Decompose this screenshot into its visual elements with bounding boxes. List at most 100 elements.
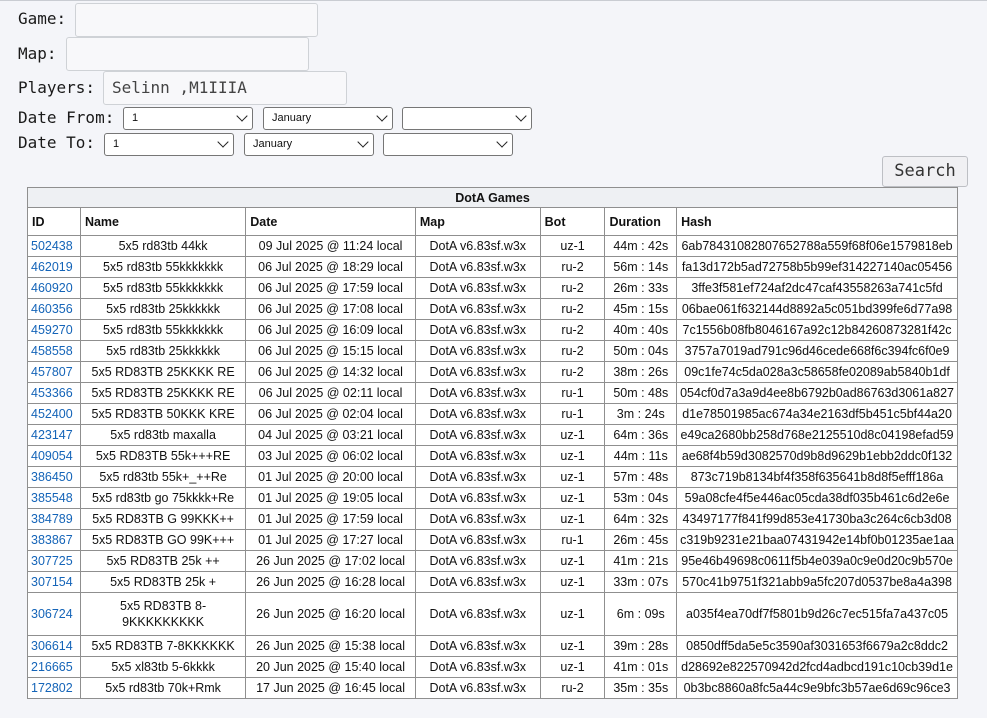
chevron-down-icon [376, 110, 388, 122]
game-id-link[interactable]: 460356 [27, 298, 81, 320]
game-id-link[interactable]: 307154 [27, 571, 81, 593]
date-from-month-select[interactable]: January [263, 107, 393, 130]
date-from-label: Date From: [18, 108, 115, 127]
cell-map: DotA v6.83sf.w3x [414, 550, 541, 572]
cell-duration: 38m : 26s [604, 361, 678, 383]
cell-map: DotA v6.83sf.w3x [414, 340, 541, 362]
date-to-day-select[interactable]: 1 [104, 133, 234, 156]
cell-bot: uz-1 [539, 550, 606, 572]
cell-bot: uz-1 [539, 635, 606, 657]
table-row: 459270 5x5 rd83tb 55kkkkkkk 06 Jul 2025 @ … [27, 319, 958, 341]
date-from-day-value: 1 [132, 112, 139, 124]
cell-name: 5x5 rd83tb 55k+_++Re [79, 466, 247, 488]
cell-hash: 06bae061f632144d8892a5c051bd399fe6d77a98 [676, 298, 958, 320]
game-id-link[interactable]: 216665 [27, 656, 81, 678]
table-row: 409054 5x5 RD83TB 55k+++RE 03 Jul 2025 @ 0… [27, 445, 958, 467]
cell-date: 06 Jul 2025 @ 17:59 local [245, 277, 416, 299]
cell-duration: 44m : 42s [604, 235, 678, 257]
cell-duration: 26m : 45s [604, 529, 678, 551]
date-to-day-value: 1 [113, 138, 120, 150]
games-table: DotA Games ID Name Date Map Bot Duration Hash … [27, 187, 958, 699]
cell-date: 03 Jul 2025 @ 06:02 local [245, 445, 416, 467]
game-id-link[interactable]: 462019 [27, 256, 81, 278]
game-id-link[interactable]: 452400 [27, 403, 81, 425]
cell-map: DotA v6.83sf.w3x [414, 382, 541, 404]
cell-name: 5x5 RD83TB 25KKKK RE [79, 382, 247, 404]
cell-hash: 6ab78431082807652788a559f68f06e1579818eb [676, 235, 958, 257]
game-id-link[interactable]: 383867 [27, 529, 81, 551]
cell-name: 5x5 RD83TB 25KKKK RE [79, 361, 247, 383]
game-id-link[interactable]: 458558 [27, 340, 81, 362]
cell-duration: 40m : 40s [604, 319, 678, 341]
cell-duration: 50m : 48s [604, 382, 678, 404]
players-input[interactable]: Selinn ,M1IIIA [103, 71, 347, 105]
date-to-month-value: January [253, 138, 293, 150]
game-input[interactable] [75, 3, 318, 37]
cell-date: 20 Jun 2025 @ 15:40 local [245, 656, 416, 678]
cell-map: DotA v6.83sf.w3x [414, 445, 541, 467]
cell-date: 01 Jul 2025 @ 19:05 local [245, 487, 416, 509]
cell-date: 01 Jul 2025 @ 17:59 local [245, 508, 416, 530]
cell-bot: uz-1 [539, 466, 606, 488]
cell-hash: fa13d172b5ad72758b5b99ef314227140ac05456 [676, 256, 958, 278]
table-body: 502438 5x5 rd83tb 44kk 09 Jul 2025 @ 11:24… [27, 235, 958, 699]
cell-bot: uz-1 [539, 508, 606, 530]
game-id-link[interactable]: 306724 [27, 592, 81, 636]
table-row: 306724 5x5 RD83TB 8-9KKKKKKKKK 26 Jun 2025… [27, 592, 958, 636]
game-id-link[interactable]: 172802 [27, 677, 81, 699]
chevron-down-icon [496, 136, 508, 148]
game-id-link[interactable]: 409054 [27, 445, 81, 467]
table-row: 307154 5x5 RD83TB 25k +26 Jun 2025 @ 16:2… [27, 571, 958, 593]
cell-map: DotA v6.83sf.w3x [414, 656, 541, 678]
cell-hash: 95e46b49698c0611f5b4e039a0c9e0d20c9b570e [676, 550, 958, 572]
cell-name: 5x5 RD83TB 25k ++ [79, 550, 247, 572]
date-from-year-select[interactable] [402, 107, 532, 130]
cell-hash: ae68f4b59d3082570d9b8d9629b1ebb2ddc0f132 [676, 445, 958, 467]
date-from-day-select[interactable]: 1 [123, 107, 253, 130]
cell-bot: ru-2 [539, 277, 606, 299]
cell-bot: uz-1 [539, 592, 606, 636]
table-row: 460356 5x5 rd83tb 25kkkkkk 06 Jul 2025 @ 1… [27, 298, 958, 320]
game-id-link[interactable]: 459270 [27, 319, 81, 341]
cell-hash: 09c1fe74c5da028a3c58658fe02089ab5840b1df [676, 361, 958, 383]
cell-hash: 873c719b8134bf4f358f635641b8d8f5efff186a [676, 466, 958, 488]
cell-date: 26 Jun 2025 @ 17:02 local [245, 550, 416, 572]
table-row: 307725 5x5 RD83TB 25k ++ 26 Jun 2025 @ 17:… [27, 550, 958, 572]
cell-duration: 64m : 36s [604, 424, 678, 446]
game-id-link[interactable]: 460920 [27, 277, 81, 299]
game-id-link[interactable]: 457807 [27, 361, 81, 383]
game-id-link[interactable]: 385548 [27, 487, 81, 509]
cell-date: 01 Jul 2025 @ 20:00 local [245, 466, 416, 488]
game-id-link[interactable]: 384789 [27, 508, 81, 530]
game-id-link[interactable]: 307725 [27, 550, 81, 572]
chevron-down-icon [236, 110, 248, 122]
cell-map: DotA v6.83sf.w3x [414, 592, 541, 636]
column-header-name: Name [79, 207, 247, 236]
game-id-link[interactable]: 453366 [27, 382, 81, 404]
cell-date: 06 Jul 2025 @ 16:09 local [245, 319, 416, 341]
cell-date: 01 Jul 2025 @ 17:27 local [245, 529, 416, 551]
date-to-month-select[interactable]: January [244, 133, 374, 156]
cell-bot: ru-2 [539, 340, 606, 362]
map-input[interactable] [66, 37, 309, 71]
cell-hash: 0850dff5da5e5c3590af3031653f6679a2c8ddc2 [676, 635, 958, 657]
table-row: 462019 5x5 rd83tb 55kkkkkkk 06 Jul 2025 @ … [27, 256, 958, 278]
cell-name: 5x5 RD83TB 7-8KKKKKK [79, 635, 247, 657]
cell-name: 5x5 rd83tb 25kkkkkk [79, 340, 247, 362]
game-id-link[interactable]: 502438 [27, 235, 81, 257]
game-id-link[interactable]: 386450 [27, 466, 81, 488]
table-header-row: ID Name Date Map Bot Duration Hash [27, 207, 958, 236]
cell-bot: ru-1 [539, 382, 606, 404]
game-id-link[interactable]: 306614 [27, 635, 81, 657]
cell-duration: 44m : 11s [604, 445, 678, 467]
cell-map: DotA v6.83sf.w3x [414, 235, 541, 257]
game-id-link[interactable]: 423147 [27, 424, 81, 446]
search-button[interactable]: Search [882, 156, 968, 187]
cell-duration: 53m : 04s [604, 487, 678, 509]
cell-bot: uz-1 [539, 487, 606, 509]
table-row: 385548 5x5 rd83tb go 75kkkk+Re 01 Jul 2025… [27, 487, 958, 509]
date-to-year-select[interactable] [383, 133, 513, 156]
cell-hash: a035f4ea70df7f5801b9d26c7ec515fa7a437c05 [676, 592, 958, 636]
cell-date: 06 Jul 2025 @ 02:11 local [245, 382, 416, 404]
cell-bot: uz-1 [539, 235, 606, 257]
